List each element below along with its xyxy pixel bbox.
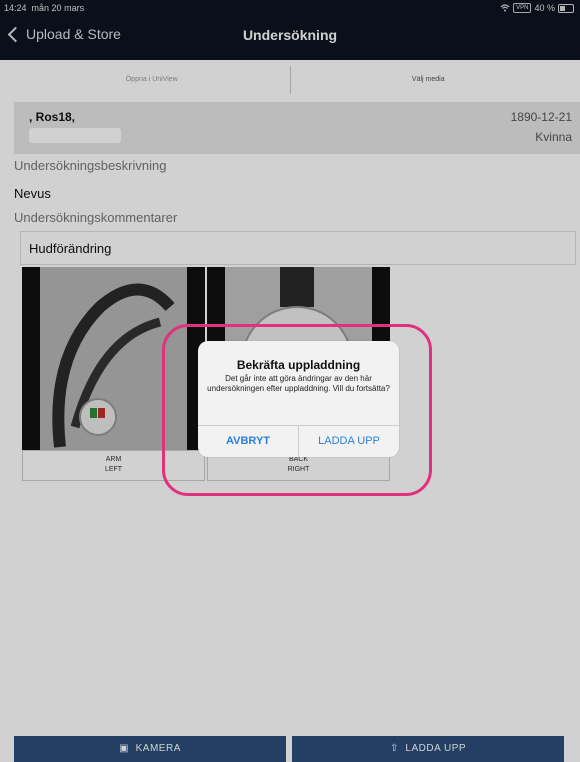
highlight-annotation (162, 324, 432, 496)
